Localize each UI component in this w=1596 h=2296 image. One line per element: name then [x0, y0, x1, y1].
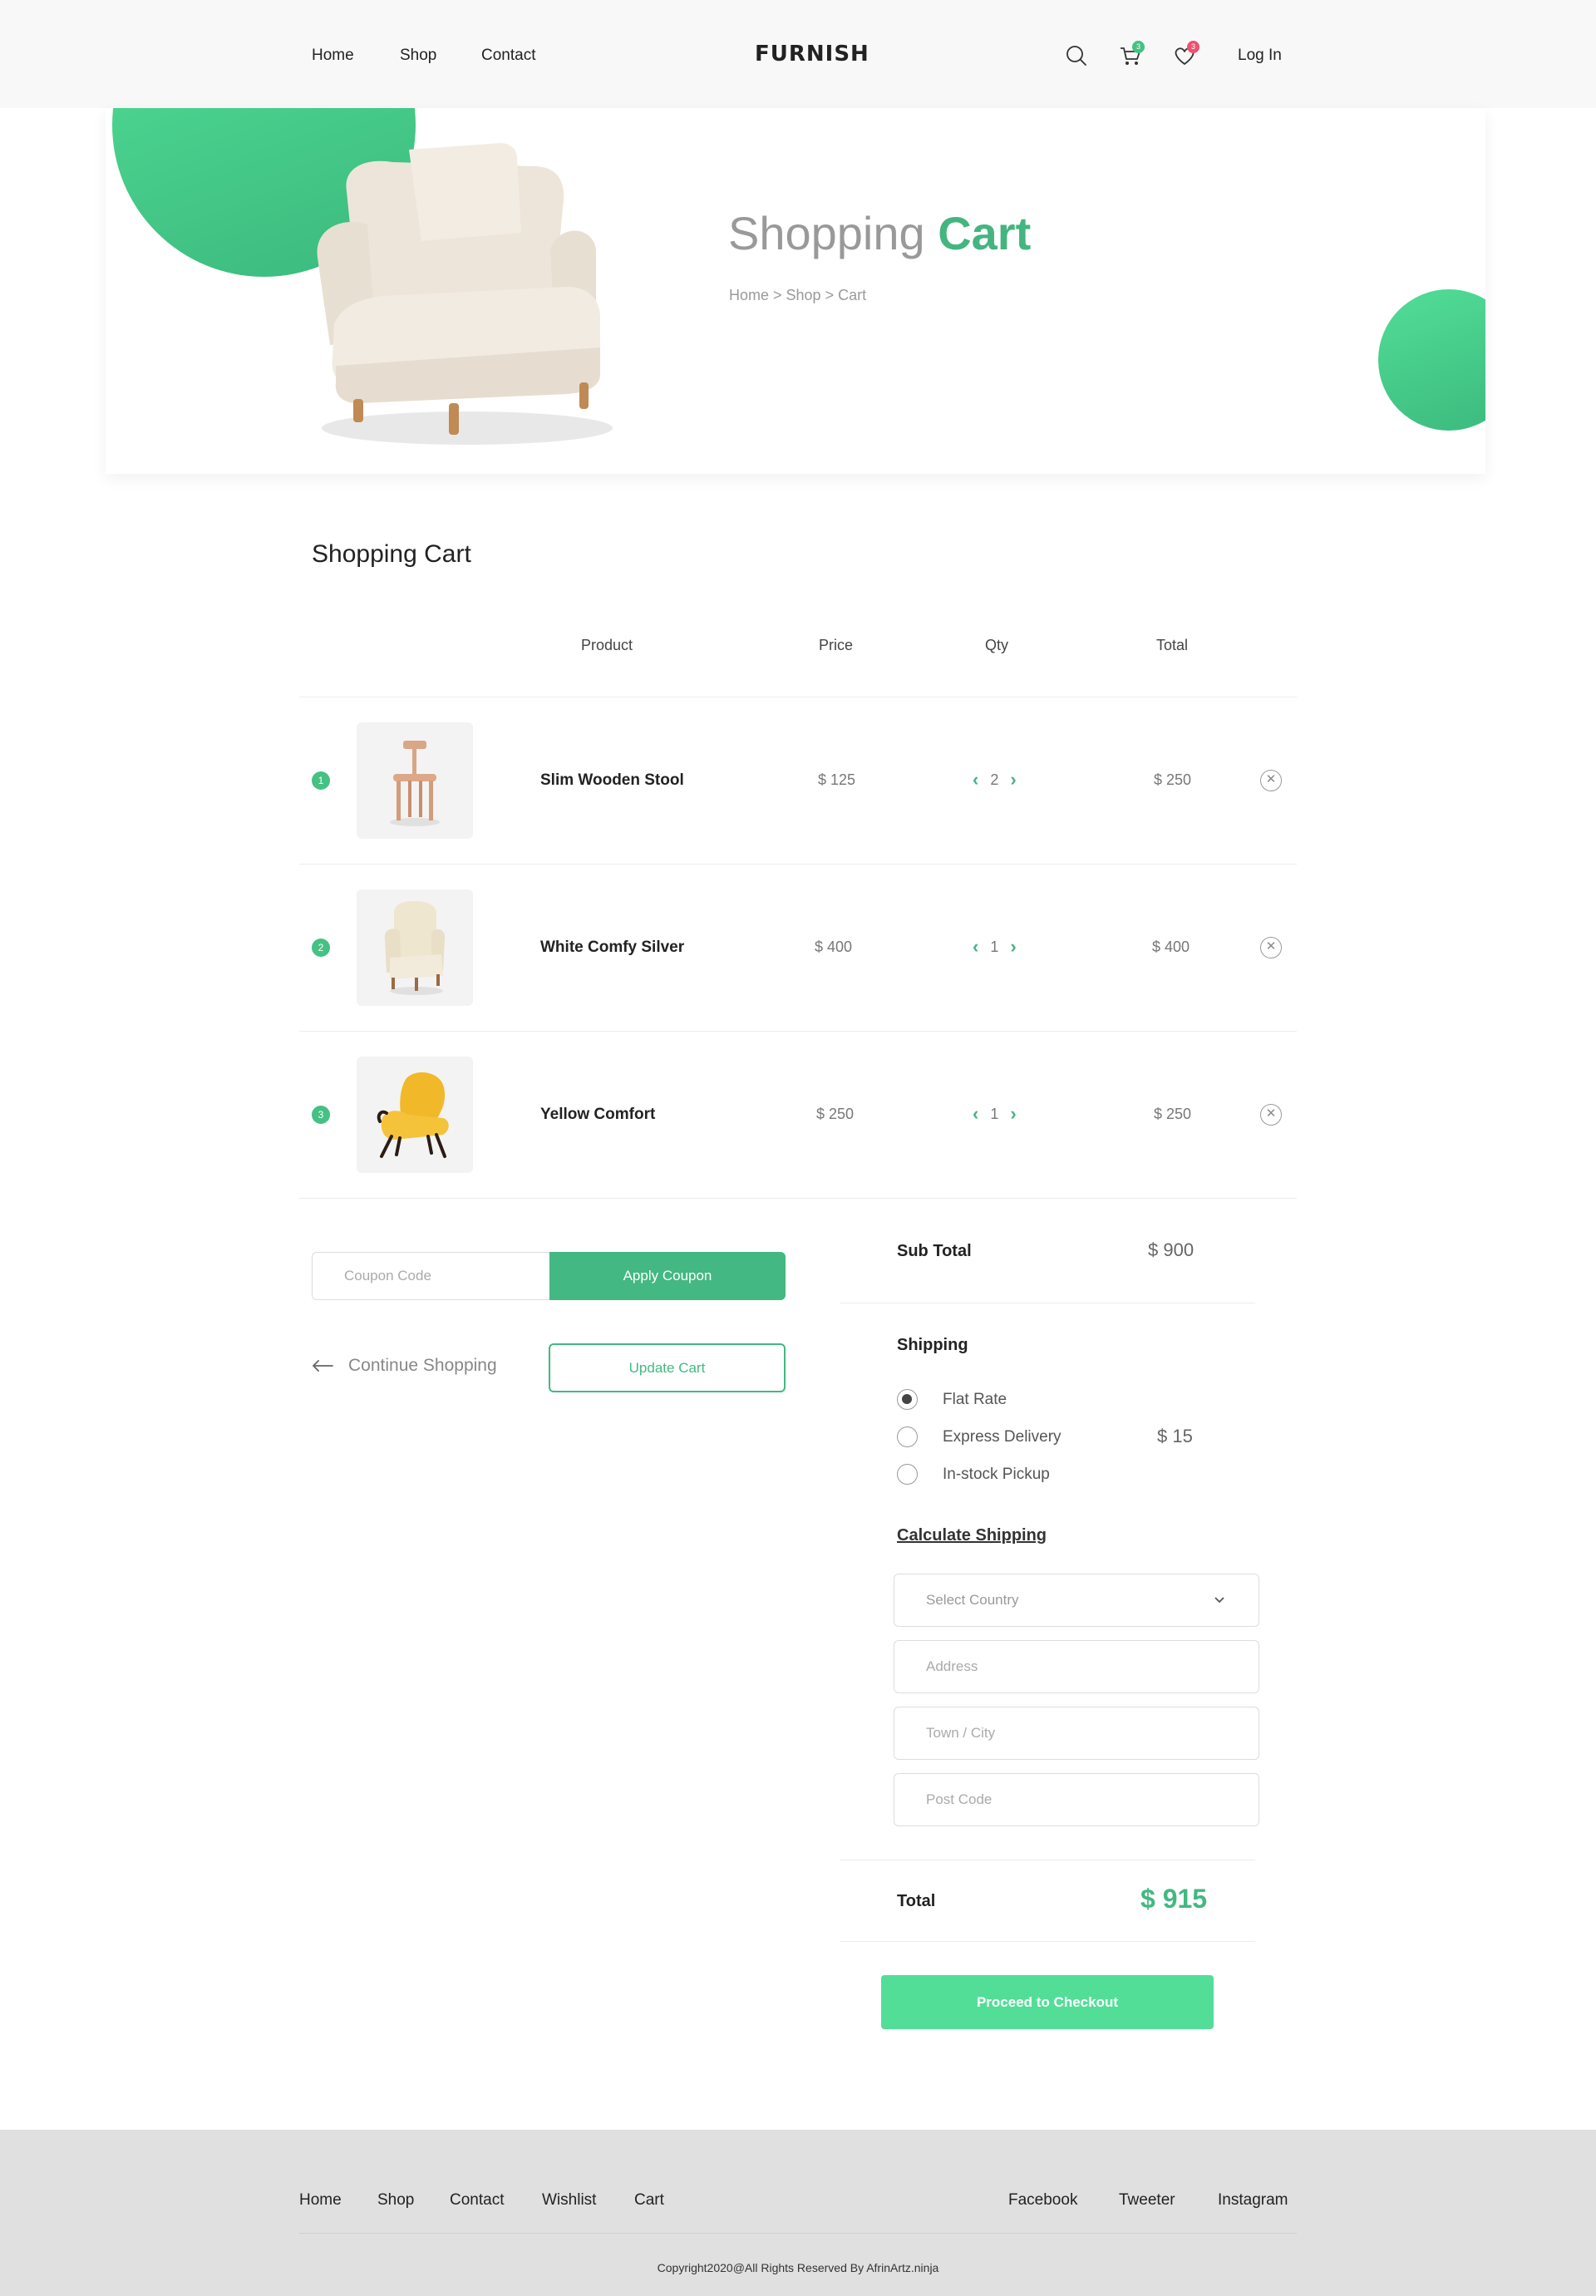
product-name[interactable]: Slim Wooden Stool [540, 771, 684, 790]
footer-link-facebook[interactable]: Facebook [1008, 2191, 1077, 2210]
shipping-option-label: Express Delivery [943, 1427, 1062, 1446]
armchair-image [317, 143, 613, 445]
country-select-value: Select Country [926, 1592, 1019, 1608]
footer-link-home[interactable]: Home [299, 2191, 342, 2210]
proceed-to-checkout-button[interactable]: Proceed to Checkout [881, 1975, 1214, 2029]
total-label: Total [897, 1892, 936, 1910]
divider [840, 1941, 1255, 1942]
hero-banner: Shopping Cart Home > Shop > Cart [106, 108, 1485, 474]
cart-section-title: Shopping Cart [312, 540, 471, 568]
footer-link-wishlist[interactable]: Wishlist [542, 2191, 596, 2210]
row-number: 2 [312, 939, 330, 957]
radio-button[interactable] [897, 1426, 918, 1447]
product-price: $ 400 [815, 939, 853, 955]
apply-coupon-button[interactable]: Apply Coupon [549, 1252, 786, 1300]
footer: Home Shop Contact Wishlist Cart Facebook… [0, 2130, 1596, 2296]
decor-circle-small [1378, 289, 1485, 431]
qty-value: 1 [990, 938, 999, 955]
search-icon[interactable] [1064, 43, 1089, 68]
divider [299, 1031, 1297, 1032]
remove-item-icon[interactable]: ✕ [1260, 1104, 1282, 1126]
header-qty: Qty [985, 637, 1009, 653]
quantity-stepper: ‹ 1 › [973, 1103, 1017, 1125]
nav-shop-link[interactable]: Shop [400, 47, 436, 65]
qty-increase-icon[interactable]: › [1010, 769, 1016, 791]
qty-value: 2 [990, 771, 999, 788]
remove-item-icon[interactable]: ✕ [1260, 937, 1282, 958]
qty-value: 1 [990, 1105, 999, 1122]
line-total: $ 250 [1154, 771, 1192, 788]
shipping-cost: $ 15 [1157, 1426, 1193, 1446]
header-price: Price [819, 637, 854, 653]
row-number: 1 [312, 771, 330, 790]
radio-button[interactable] [897, 1389, 918, 1410]
qty-increase-icon[interactable]: › [1010, 936, 1016, 958]
page-title: Shopping Cart [728, 207, 1032, 259]
line-total: $ 250 [1154, 1106, 1192, 1122]
breadcrumb: Home > Shop > Cart [729, 287, 867, 303]
footer-divider [299, 2233, 1297, 2234]
product-name[interactable]: Yellow Comfort [540, 1106, 655, 1124]
breadcrumb-home[interactable]: Home [729, 287, 769, 303]
yellow-chair-image [377, 1072, 449, 1158]
shipping-option-label: Flat Rate [943, 1390, 1007, 1408]
stool-image [390, 741, 440, 826]
footer-link-contact[interactable]: Contact [450, 2191, 504, 2210]
continue-shopping-link[interactable]: Continue Shopping [312, 1356, 497, 1376]
wishlist-count-badge: 3 [1187, 41, 1199, 53]
remove-item-icon[interactable]: ✕ [1260, 770, 1282, 791]
qty-increase-icon[interactable]: › [1010, 1103, 1016, 1125]
product-thumbnail[interactable] [357, 889, 473, 1006]
breadcrumb-cart: Cart [838, 287, 867, 303]
header-product: Product [581, 637, 633, 653]
shipping-option-pickup[interactable]: In-stock Pickup [897, 1464, 1050, 1485]
footer-link-shop[interactable]: Shop [377, 2191, 414, 2210]
brand-logo[interactable]: FURNISH [755, 42, 869, 67]
shipping-label: Shipping [897, 1336, 968, 1354]
footer-link-instagram[interactable]: Instagram [1218, 2191, 1288, 2210]
city-input[interactable] [894, 1707, 1259, 1760]
quantity-stepper: ‹ 2 › [973, 769, 1017, 791]
top-nav: Home Shop Contact FURNISH 3 3 Log In [0, 0, 1596, 108]
nav-contact-link[interactable]: Contact [481, 47, 535, 65]
copyright-text: Copyright2020@All Rights Reserved By Afr… [657, 2261, 939, 2274]
product-thumbnail[interactable] [357, 722, 473, 839]
calculate-shipping-link[interactable]: Calculate Shipping [897, 1526, 1047, 1545]
coupon-code-input[interactable] [312, 1252, 553, 1300]
footer-link-cart[interactable]: Cart [634, 2191, 664, 2210]
product-name[interactable]: White Comfy Silver [540, 939, 684, 957]
divider [299, 1198, 1297, 1199]
qty-decrease-icon[interactable]: ‹ [973, 769, 978, 791]
login-link[interactable]: Log In [1238, 47, 1282, 65]
order-total-value: $ 915 [1140, 1884, 1208, 1914]
divider [299, 864, 1297, 865]
product-price: $ 250 [816, 1106, 855, 1122]
qty-decrease-icon[interactable]: ‹ [973, 936, 978, 958]
address-input[interactable] [894, 1640, 1259, 1693]
subtotal-value: $ 900 [1148, 1239, 1195, 1260]
product-price: $ 125 [818, 771, 856, 788]
chevron-down-icon [1214, 1597, 1224, 1604]
country-select[interactable]: Select Country [894, 1574, 1259, 1627]
breadcrumb-shop[interactable]: Shop [786, 287, 821, 303]
header-total: Total [1156, 637, 1189, 653]
continue-shopping-label: Continue Shopping [348, 1356, 497, 1375]
footer-link-tweeter[interactable]: Tweeter [1119, 2191, 1175, 2210]
shipping-option-flat-rate[interactable]: Flat Rate [897, 1389, 1007, 1410]
postcode-input[interactable] [894, 1773, 1259, 1826]
qty-decrease-icon[interactable]: ‹ [973, 1103, 978, 1125]
update-cart-button[interactable]: Update Cart [549, 1343, 786, 1392]
product-thumbnail[interactable] [357, 1057, 473, 1173]
nav-home-link[interactable]: Home [312, 47, 354, 65]
quantity-stepper: ‹ 1 › [973, 936, 1017, 958]
line-total: $ 400 [1152, 939, 1190, 955]
subtotal-label: Sub Total [897, 1242, 972, 1260]
shipping-option-express[interactable]: Express Delivery [897, 1426, 1062, 1447]
radio-button[interactable] [897, 1464, 918, 1485]
cart-count-badge: 3 [1132, 41, 1145, 53]
shipping-option-label: In-stock Pickup [943, 1465, 1050, 1483]
arrow-left-icon [313, 1360, 333, 1372]
armchair-image [384, 901, 446, 995]
row-number: 3 [312, 1106, 330, 1124]
